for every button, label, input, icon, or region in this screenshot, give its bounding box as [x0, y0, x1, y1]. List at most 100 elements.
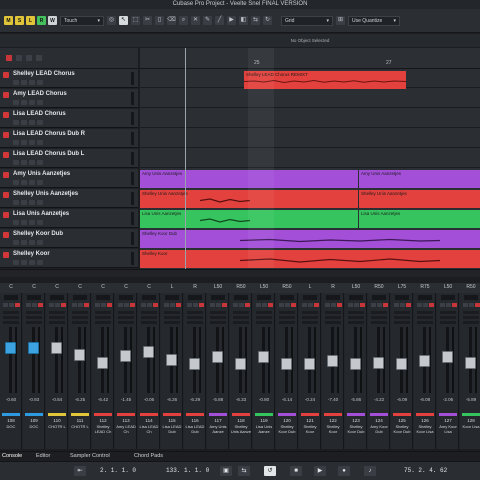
solo-button[interactable] [308, 303, 313, 307]
record-enable-icon[interactable] [3, 92, 9, 98]
volume-value[interactable]: -1.45 [115, 397, 137, 402]
lock-icon[interactable]: ▣ [220, 466, 232, 476]
insert-slot[interactable] [463, 311, 479, 314]
insert-slot[interactable] [463, 321, 479, 324]
pan-control[interactable] [96, 295, 110, 300]
tab-chord-pads[interactable]: Chord Pads [134, 453, 163, 459]
channel-name[interactable]: Shelley Koor [322, 424, 344, 434]
record-enable-button[interactable] [176, 303, 181, 307]
insert-slot[interactable] [394, 311, 410, 314]
volume-fader[interactable] [97, 357, 108, 369]
pan-control[interactable] [142, 295, 156, 300]
solo-button[interactable] [21, 160, 27, 165]
insert-slot[interactable] [118, 316, 134, 319]
audio-event[interactable]: Shelley Unis Aanzetjes [359, 190, 480, 208]
volume-fader[interactable] [396, 358, 407, 370]
volume-fader[interactable] [419, 355, 430, 367]
left-locator-value[interactable]: 2. 1. 1. 0 [100, 467, 136, 474]
insert-slot[interactable] [325, 311, 341, 314]
volume-value[interactable]: -0.93 [23, 397, 45, 402]
audio-event[interactable]: Shelley Koor Dub [140, 230, 480, 248]
snap-type-select[interactable]: Grid ▾ [281, 15, 333, 26]
edit-button[interactable] [37, 140, 43, 145]
insert-slot[interactable] [256, 311, 272, 314]
volume-fader[interactable] [120, 350, 131, 362]
mute-button[interactable] [325, 303, 330, 307]
mute-button[interactable] [13, 200, 19, 205]
pan-control[interactable] [4, 295, 18, 300]
metronome-icon[interactable]: ♪ [364, 466, 376, 476]
mode-button-r[interactable]: R [37, 16, 46, 25]
monitor-button[interactable] [29, 140, 35, 145]
pan-control[interactable] [188, 295, 202, 300]
mode-button-s[interactable]: S [15, 16, 24, 25]
insert-slot[interactable] [187, 316, 203, 319]
solo-button[interactable] [331, 303, 336, 307]
tab-console[interactable]: Console [2, 453, 22, 459]
monitor-button[interactable] [29, 180, 35, 185]
insert-slot[interactable] [95, 316, 111, 319]
volume-value[interactable]: -6.14 [276, 397, 298, 402]
mute-button[interactable] [394, 303, 399, 307]
channel-name[interactable]: CHOTR L [46, 424, 68, 429]
solo-button[interactable] [21, 200, 27, 205]
stop-button[interactable]: ■ [290, 466, 302, 476]
cycle-icon[interactable]: ⇆ [238, 466, 250, 476]
insert-slot[interactable] [26, 311, 42, 314]
volume-fader[interactable] [327, 355, 338, 367]
insert-slot[interactable] [371, 311, 387, 314]
left-locator-icon[interactable]: ⇤ [74, 466, 86, 476]
solo-button[interactable] [377, 303, 382, 307]
pan-control[interactable] [257, 295, 271, 300]
volume-value[interactable]: -7.40 [322, 397, 344, 402]
track-header[interactable]: Shelley Koor Dub [0, 229, 138, 248]
volume-fader[interactable] [281, 358, 292, 370]
record-enable-button[interactable] [268, 303, 273, 307]
insert-slot[interactable] [394, 321, 410, 324]
volume-value[interactable]: -5.86 [345, 397, 367, 402]
channel-name[interactable]: Amy Koor Lisa [437, 424, 459, 434]
record-enable-button[interactable] [38, 303, 43, 307]
audio-event[interactable]: Lisa Unis Aanzetjes [359, 210, 480, 228]
mute-button[interactable] [210, 303, 215, 307]
insert-slot[interactable] [72, 316, 88, 319]
record-enable-button[interactable] [107, 303, 112, 307]
channel-name[interactable]: Amy LEAD Ch [115, 424, 137, 434]
record-enable-button[interactable] [314, 303, 319, 307]
solo-button[interactable] [124, 303, 129, 307]
track-header[interactable]: Shelley Koor [0, 249, 138, 268]
monitor-button[interactable] [29, 80, 35, 85]
track-header[interactable]: Amy Unis Aanzetjes [0, 169, 138, 188]
edit-button[interactable] [37, 120, 43, 125]
insert-slot[interactable] [371, 316, 387, 319]
pan-control[interactable] [211, 295, 225, 300]
volume-fader[interactable] [304, 358, 315, 370]
track-header[interactable]: Lisa LEAD Chorus Dub L [0, 149, 138, 168]
track-header[interactable]: Amy LEAD Chorus [0, 89, 138, 108]
color-tool-icon[interactable]: ◧ [239, 16, 248, 25]
solo-button[interactable] [216, 303, 221, 307]
volume-fader[interactable] [5, 342, 16, 354]
pan-control[interactable] [73, 295, 87, 300]
insert-slot[interactable] [187, 311, 203, 314]
mute-button[interactable] [233, 303, 238, 307]
edit-button[interactable] [37, 220, 43, 225]
mute-button[interactable] [13, 160, 19, 165]
insert-slot[interactable] [371, 321, 387, 324]
mute-button[interactable] [13, 80, 19, 85]
monitor-button[interactable] [29, 200, 35, 205]
solo-button[interactable] [78, 303, 83, 307]
insert-slot[interactable] [3, 311, 19, 314]
volume-fader[interactable] [189, 358, 200, 370]
volume-fader[interactable] [74, 349, 85, 361]
edit-button[interactable] [37, 200, 43, 205]
draw-tool-icon[interactable]: ✎ [203, 16, 212, 25]
insert-slot[interactable] [164, 311, 180, 314]
position-display[interactable]: 75. 2. 4. 62 [404, 467, 447, 474]
insert-slot[interactable] [394, 316, 410, 319]
volume-value[interactable]: -6.29 [184, 397, 206, 402]
volume-fader[interactable] [442, 351, 453, 363]
solo-button[interactable] [21, 120, 27, 125]
volume-fader[interactable] [258, 351, 269, 363]
automation-mode-select[interactable]: Touch ▾ [60, 15, 104, 26]
